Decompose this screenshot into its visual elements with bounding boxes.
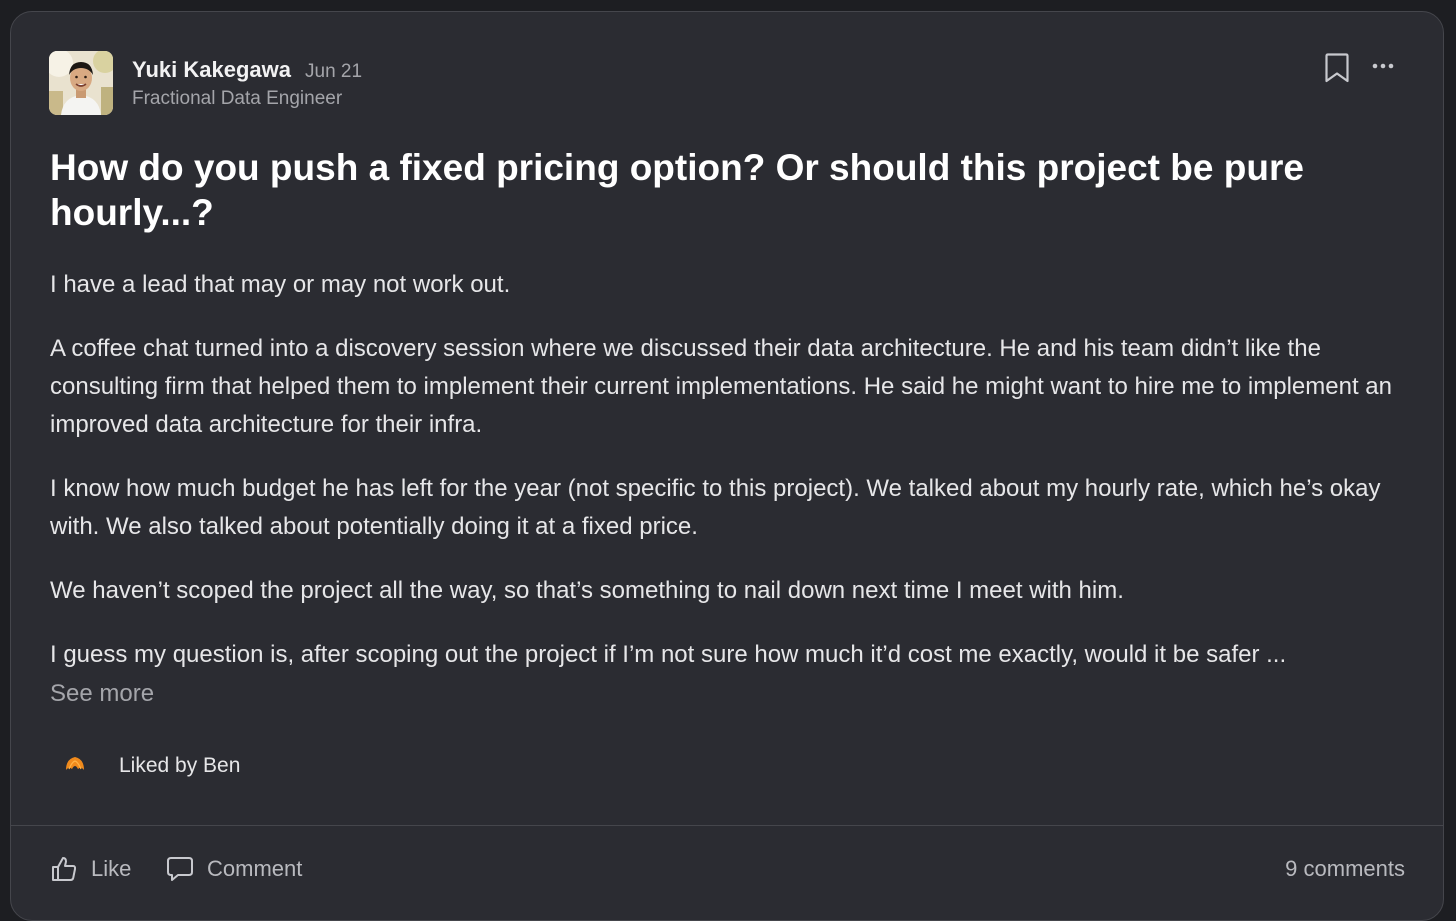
author-name[interactable]: Yuki Kakegawa xyxy=(132,57,291,83)
comment-button[interactable]: Comment xyxy=(165,848,302,890)
more-icon xyxy=(1372,63,1394,69)
post-body: I have a lead that may or may not work o… xyxy=(50,266,1430,700)
post-date: Jun 21 xyxy=(305,61,363,82)
post-paragraph: A coffee chat turned into a discovery se… xyxy=(50,335,1392,438)
author-avatar[interactable] xyxy=(49,51,113,115)
bookmark-button[interactable] xyxy=(1322,51,1352,85)
bookmark-icon xyxy=(1325,53,1349,83)
see-more-link[interactable]: See more xyxy=(50,675,154,713)
post-paragraph: I know how much budget he has left for t… xyxy=(50,475,1381,540)
divider xyxy=(11,825,1443,826)
post-paragraph: We haven’t scoped the project all the wa… xyxy=(50,577,1124,604)
post-card: Yuki Kakegawa Jun 21 Fractional Data Eng… xyxy=(10,11,1444,921)
more-options-button[interactable] xyxy=(1369,52,1399,80)
post-title[interactable]: How do you push a fixed pricing option? … xyxy=(50,145,1350,235)
like-button[interactable]: Like xyxy=(49,848,131,890)
liker-avatar-icon[interactable] xyxy=(63,753,87,777)
post-paragraph: I have a lead that may or may not work o… xyxy=(50,271,511,298)
comments-count-link[interactable]: 9 comments xyxy=(1285,856,1405,882)
comment-label: Comment xyxy=(207,856,303,881)
post-paragraph: I guess my question is, after scoping ou… xyxy=(50,641,1287,668)
comment-bubble-icon xyxy=(167,857,193,881)
author-role: Fractional Data Engineer xyxy=(132,88,343,109)
like-label: Like xyxy=(91,856,132,881)
thumbs-up-icon xyxy=(52,857,77,881)
liked-by-text[interactable]: Liked by Ben xyxy=(119,754,240,778)
